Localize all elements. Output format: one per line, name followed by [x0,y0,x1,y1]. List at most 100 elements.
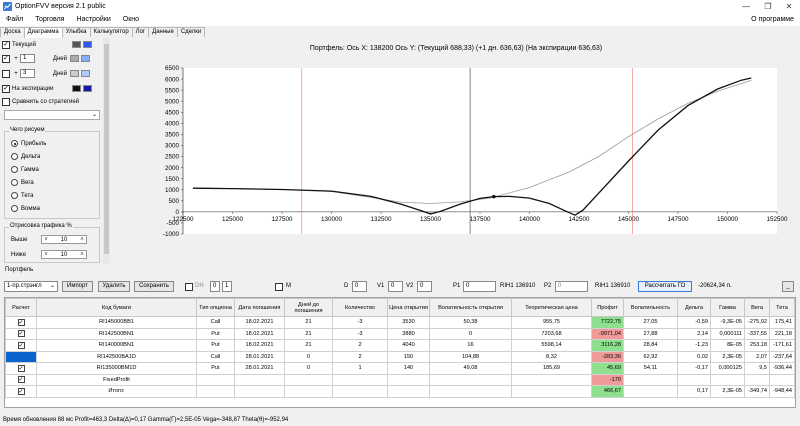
calc-cell[interactable]: ✓ [5,339,37,352]
tab-deals[interactable]: Сделки [176,27,206,37]
column-header[interactable]: Волатильность открытия [429,298,512,317]
delete-row-button[interactable]: X [794,385,795,398]
plus2-color-2[interactable] [81,70,90,77]
expiry-checkbox[interactable]: ✓ [2,84,10,93]
current-color-1[interactable] [72,41,81,48]
plus1-color-2[interactable] [81,55,90,62]
column-header[interactable]: Код бумаги [36,298,197,317]
radio-delta-dot[interactable] [11,153,18,160]
menu-file[interactable]: Файл [0,16,29,23]
radio-vega[interactable]: Вега [11,177,34,188]
d-input[interactable]: 0 [352,281,367,292]
tab-data[interactable]: Данные [148,27,178,37]
below-stepper[interactable]: ˅ 10 ˄ [41,250,87,259]
tab-calculator[interactable]: Калькулятор [89,27,133,37]
v2-input[interactable]: 0 [417,281,432,292]
column-header[interactable]: Расчет [5,298,37,317]
delete-row-button[interactable]: X [794,316,795,329]
pnl-chart-svg[interactable]: -1000-5000500100015002000250030003500400… [112,38,800,264]
column-header[interactable]: Теоретическая цена [511,298,592,317]
calc-cell[interactable] [5,350,37,363]
column-header[interactable]: Гамма [710,298,745,317]
delete-row-button[interactable]: X [794,350,795,363]
import-button[interactable]: Импорт [62,281,93,292]
radio-profit-dot[interactable] [11,140,18,147]
below-inc-button[interactable]: ˄ [78,252,86,258]
strategy-select[interactable]: 1-пр.стрэнгл ⌄ [4,281,58,292]
table-row[interactable]: ✓ RI140000BN1 Put 18.02.2021 21 2 4040 16 5598,1… [5,339,795,352]
calc-cell[interactable]: ✓ [5,373,37,386]
radio-theta[interactable]: Тета [11,190,33,201]
radio-vomma[interactable]: Вомма [11,203,40,214]
column-header[interactable]: Тип опциона [196,298,235,317]
tab-smile[interactable]: Улыбка [61,27,91,37]
delete-row-button[interactable]: X [794,327,795,340]
plus2-color-1[interactable] [70,70,79,77]
menu-settings[interactable]: Настройки [70,16,116,23]
menu-trading[interactable]: Торговля [29,16,70,23]
plus-days-input-1[interactable]: 1 [20,54,35,63]
radio-vega-dot[interactable] [11,179,18,186]
save-button[interactable]: Сохранить [134,281,174,292]
calc-cell[interactable]: ✓ [5,385,37,398]
column-header[interactable]: Дата погашения [234,298,285,317]
column-header[interactable]: Профит [591,298,624,317]
radio-gamma-dot[interactable] [11,166,18,173]
minimize-panel-button[interactable]: _ [782,281,794,292]
delete-row-button[interactable]: X [794,339,795,352]
m-checkbox[interactable] [275,283,283,291]
radio-gamma[interactable]: Гамма [11,164,39,175]
scrollbar-thumb[interactable] [104,44,109,254]
expiry-color-2[interactable] [83,85,92,92]
column-header[interactable]: X [794,298,795,317]
radio-theta-dot[interactable] [11,192,18,199]
compare-checkbox[interactable] [2,97,10,106]
calc-checkbox[interactable]: ✓ [17,387,25,395]
table-row[interactable]: ✓ RI135000BM1D Put 28.01.2021 0 1 140 49,08 185,… [5,362,795,375]
column-header[interactable]: Тета [769,298,795,317]
dh-checkbox[interactable] [185,283,193,291]
maximize-button[interactable]: ❐ [757,0,779,13]
plus-days-checkbox-2[interactable] [2,69,10,78]
close-button[interactable]: ✕ [778,0,800,13]
menu-window[interactable]: Окно [117,16,145,23]
table-row[interactable]: ✓ RI142500BN1 Put 18.02.2021 21 -3 3880 0 7203,6… [5,327,795,340]
radio-vomma-dot[interactable] [11,205,18,212]
calc-checkbox[interactable]: ✓ [17,341,25,349]
radio-delta[interactable]: Дельта [11,151,40,162]
calc-cell[interactable]: ✓ [5,362,37,375]
table-row[interactable]: ✓ FixedProfit -170 X [5,373,795,386]
calc-cell[interactable]: ✓ [5,316,37,329]
table-row[interactable]: ✓ RI145000BB1 Call 18.02.2021 21 -3 3530 50,38 9… [5,316,795,329]
tab-log[interactable]: Лог [131,27,150,37]
table-row[interactable]: RI142500BA1D Call 28.01.2021 0 2 150 104,88 8,3… [5,350,795,363]
calc-cell[interactable]: ✓ [5,327,37,340]
calc-checkbox[interactable]: ✓ [17,318,25,326]
v1-input[interactable]: 0 [388,281,403,292]
strategy-compare-select[interactable]: ⌄ [4,110,100,120]
plus-days-input-2[interactable]: 3 [20,69,35,78]
expiry-color-1[interactable] [72,85,81,92]
above-inc-button[interactable]: ˄ [78,237,86,243]
tab-board[interactable]: Доска [0,27,25,37]
left-panel-scrollbar[interactable] [103,38,110,264]
column-header[interactable]: Количество [332,298,388,317]
calc-checkbox[interactable]: ✓ [17,376,25,384]
above-dec-button[interactable]: ˅ [42,237,50,243]
delete-row-button[interactable]: X [794,373,795,386]
radio-profit[interactable]: Прибыль [11,138,46,149]
delete-row-button[interactable]: X [794,362,795,375]
column-header[interactable]: Дней до погашения [284,298,333,317]
above-stepper[interactable]: ˅ 10 ˄ [41,235,87,244]
current-checkbox[interactable]: ✓ [2,40,10,49]
column-header[interactable]: Волатильность [623,298,678,317]
column-header[interactable]: Цена открытия [387,298,430,317]
plus1-color-1[interactable] [70,55,79,62]
table-row[interactable]: ✓ Итого: 466,67 0,172,3E-05-349,74-948,44X [5,385,795,398]
p2-input[interactable]: 0 [555,281,588,292]
calc-checkbox[interactable]: ✓ [17,364,25,372]
current-color-2[interactable] [83,41,92,48]
dh-input-2[interactable]: 1 [222,281,232,292]
plus-days-checkbox-1[interactable]: ✓ [2,54,10,63]
delete-button[interactable]: Удалить [98,281,130,292]
